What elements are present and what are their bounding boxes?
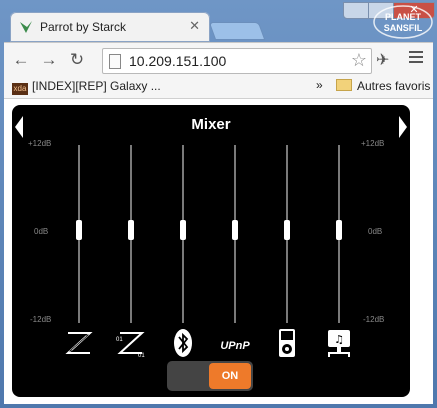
reload-icon[interactable]: ↻ xyxy=(68,51,86,69)
line-in-icon[interactable] xyxy=(62,327,96,359)
svg-text:♫: ♫ xyxy=(334,333,344,346)
slider-handle-digital[interactable] xyxy=(128,220,134,240)
bookmark-item[interactable]: xda [INDEX][REP] Galaxy ... xyxy=(12,79,161,95)
browser-tab[interactable]: Parrot by Starck ✕ xyxy=(10,12,210,42)
slider-handle-line-in[interactable] xyxy=(76,220,82,240)
svg-text:01: 01 xyxy=(138,353,145,359)
page-content: Mixer +12dB 0dB -12dB +12dB 0dB -12dB 01… xyxy=(4,99,433,404)
menu-icon[interactable] xyxy=(409,51,423,65)
db-label-top-left: +12dB xyxy=(28,139,52,148)
bookmark-folder[interactable]: Autres favoris xyxy=(336,79,430,93)
db-label-bottom-right: -12dB xyxy=(363,315,385,324)
bookmark-star-icon[interactable]: ☆ xyxy=(351,50,367,71)
folder-icon xyxy=(336,79,352,91)
back-arrow-icon[interactable]: ← xyxy=(12,51,30,69)
minimize-button[interactable] xyxy=(343,2,369,19)
tab-title: Parrot by Starck xyxy=(40,20,127,34)
bluetooth-icon[interactable] xyxy=(166,327,200,359)
svg-text:SANSFIL: SANSFIL xyxy=(384,23,423,33)
db-label-mid-right: 0dB xyxy=(368,227,383,236)
bookmarks-overflow-icon[interactable]: » xyxy=(316,78,323,92)
bookmark-folder-label: Autres favoris xyxy=(357,79,431,93)
xda-favicon-icon: xda xyxy=(12,83,28,95)
slider-handle-bluetooth[interactable] xyxy=(180,220,186,240)
svg-text:PLANET: PLANET xyxy=(385,12,422,22)
browser-toolbar: ← → ↻ ☆ ✈ xyxy=(4,42,433,77)
page-icon xyxy=(109,54,121,69)
ipod-icon[interactable] xyxy=(270,327,304,359)
bookmark-label: [INDEX][REP] Galaxy ... xyxy=(32,79,161,93)
db-label-top-right: +12dB xyxy=(361,139,385,148)
browser-window: Parrot by Starck ✕ ✕ PLANET SANSFIL ← → … xyxy=(0,0,437,408)
upnp-icon[interactable]: UPnP xyxy=(218,327,252,359)
svg-text:01: 01 xyxy=(116,337,123,343)
svg-text:UPnP: UPnP xyxy=(220,340,250,352)
mixer-panel: Mixer +12dB 0dB -12dB +12dB 0dB -12dB 01… xyxy=(12,105,410,397)
slider-handle-upnp[interactable] xyxy=(232,220,238,240)
toggle-on-label: ON xyxy=(209,363,251,389)
new-tab-button[interactable] xyxy=(208,22,266,40)
mixer-title: Mixer xyxy=(191,116,231,133)
forward-arrow-icon[interactable]: → xyxy=(40,51,58,69)
db-label-bottom-left: -12dB xyxy=(30,315,52,324)
network-music-icon[interactable]: ♫ xyxy=(322,327,356,359)
address-bar[interactable]: ☆ xyxy=(102,48,372,74)
tab-close-icon[interactable]: ✕ xyxy=(189,18,200,34)
planet-sansfil-logo: PLANET SANSFIL xyxy=(373,5,433,39)
next-arrow-icon[interactable] xyxy=(399,116,407,138)
slider-handle-network[interactable] xyxy=(336,220,342,240)
db-label-mid-left: 0dB xyxy=(34,227,49,236)
bookmarks-bar: xda [INDEX][REP] Galaxy ... » Autres favo… xyxy=(4,76,433,99)
digital-line-in-icon[interactable]: 01 01 xyxy=(114,327,148,359)
power-toggle[interactable]: ON xyxy=(167,361,253,391)
address-input[interactable] xyxy=(129,53,339,69)
extension-icon[interactable]: ✈ xyxy=(376,50,389,70)
slider-handle-ipod[interactable] xyxy=(284,220,290,240)
parrot-favicon-icon xyxy=(20,21,32,33)
